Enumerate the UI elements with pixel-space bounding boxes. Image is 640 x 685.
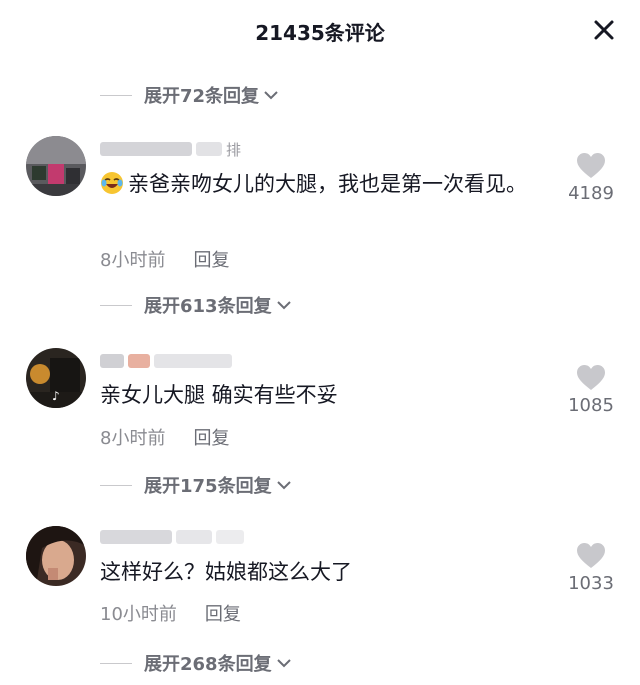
divider-line [100,484,132,486]
chevron-down-icon [276,659,291,668]
expand-replies-button[interactable]: 展开175条回复 [100,470,293,500]
expand-replies-label: 展开72条回复 [144,86,260,107]
divider-line [100,662,132,664]
divider-line [100,94,132,96]
like-button[interactable]: 4189 [556,152,626,204]
like-button[interactable]: 1085 [556,364,626,416]
comment-time: 8小时前 [100,428,166,449]
comment-time: 8小时前 [100,250,166,271]
blurred-username [100,354,124,368]
comment-meta: 10小时前 回复 [100,600,241,626]
chevron-down-icon [264,91,278,100]
chevron-down-icon [276,481,291,490]
divider-line [100,304,132,306]
svg-text:♪: ♪ [52,389,60,403]
username[interactable] [100,350,236,372]
close-icon [594,20,614,40]
expand-replies-button[interactable]: 展开72条回复 [100,80,280,110]
comments-count-title: 21435条评论 [255,21,385,45]
reply-button[interactable]: 回复 [193,424,229,450]
avatar[interactable]: ♪ [26,348,86,408]
chevron-down-icon [276,301,291,310]
heart-icon [577,543,605,568]
expand-replies-button[interactable]: 展开613条回复 [100,290,293,320]
expand-replies-label: 展开175条回复 [144,476,272,497]
blurred-username [216,530,244,544]
blurred-username [154,354,232,368]
username[interactable] [100,526,248,548]
reply-button[interactable]: 回复 [205,600,241,626]
comment-meta: 8小时前 回复 [100,246,229,272]
like-count: 1033 [568,573,614,594]
comment-text: 这样好么？姑娘都这么大了 [100,560,352,584]
avatar[interactable] [26,136,86,196]
close-button[interactable] [590,16,618,44]
username-visible: 排 [226,140,242,159]
blurred-username [196,142,222,156]
like-count: 1085 [568,395,614,416]
blurred-username [128,354,150,368]
expand-replies-label: 展开613条回复 [144,296,272,317]
comment-meta: 8小时前 回复 [100,424,229,450]
comment-time: 10小时前 [100,604,177,625]
heart-icon [577,153,605,178]
blurred-username [100,530,172,544]
blurred-username [100,142,192,156]
blurred-username [176,530,212,544]
comment-text: 亲女儿大腿 确实有些不妥 [100,383,338,407]
avatar[interactable] [26,526,86,586]
comments-header: 21435条评论 [0,0,640,62]
comment-text: 亲爸亲吻女儿的大腿，我也是第一次看见。 [128,172,527,196]
expand-replies-button[interactable]: 展开268条回复 [100,648,293,678]
reply-button[interactable]: 回复 [193,246,229,272]
like-count: 4189 [568,183,614,204]
username[interactable]: 排 [100,138,241,160]
heart-icon [577,365,605,390]
laughing-tears-icon [101,172,123,194]
like-button[interactable]: 1033 [556,542,626,594]
comment-text-block: 亲爸亲吻女儿的大腿，我也是第一次看见。 [100,168,560,200]
expand-replies-label: 展开268条回复 [144,654,272,675]
